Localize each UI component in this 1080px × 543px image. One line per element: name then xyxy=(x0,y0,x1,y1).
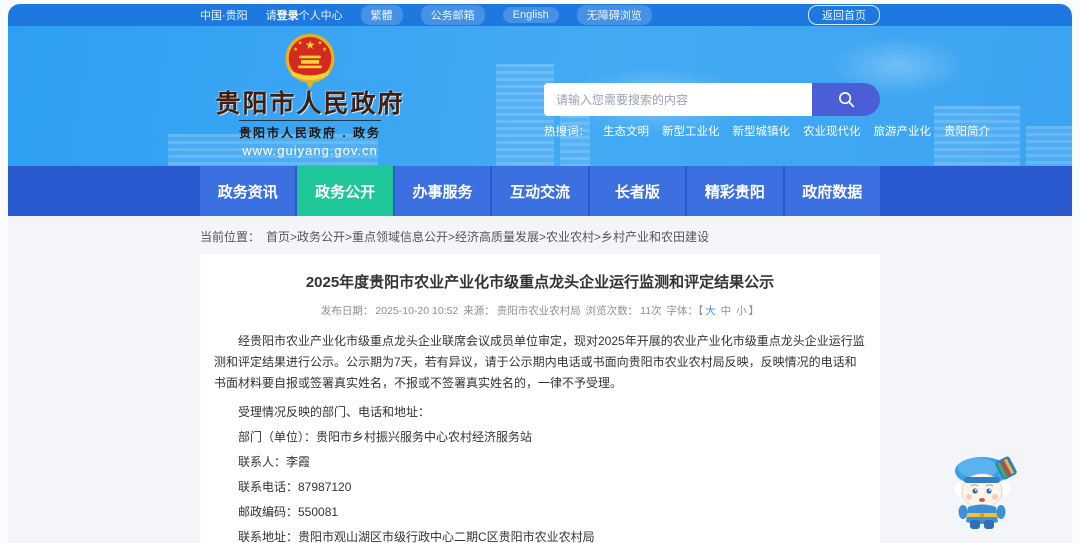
site-logo[interactable]: ★ ★ ★ ★ ★ 贵阳市人民政府 贵阳市人民政府 . 政务 www.guiya… xyxy=(190,32,430,158)
article-line-phone: 联系电话：87987120 xyxy=(238,480,352,494)
font-size-small-button[interactable]: 小 xyxy=(736,305,747,317)
breadcrumb[interactable]: 首页>政务公开>重点领域信息公开>经济高质量发展>农业农村>乡村产业和农田建设 xyxy=(266,228,709,245)
nav-tab-jingcai-guiyang[interactable]: 精彩贵阳 xyxy=(687,166,783,216)
site-banner: ★ ★ ★ ★ ★ 贵阳市人民政府 贵阳市人民政府 . 政务 www.guiya… xyxy=(8,26,1072,166)
hot-word-link[interactable]: 生态文明 xyxy=(603,123,649,139)
city-silhouette xyxy=(1026,126,1072,166)
hot-search-words: 热搜词： 生态文明 新型工业化 新型城镇化 农业现代化 旅游产业化 贵阳简介 xyxy=(544,123,990,139)
svg-text:★: ★ xyxy=(293,47,298,53)
source-value: 贵阳市农业农村局 xyxy=(496,305,581,317)
nav-tab-zhangzhe-ban[interactable]: 长者版 xyxy=(589,166,686,216)
hot-word-link[interactable]: 贵阳简介 xyxy=(944,123,990,139)
breadcrumb-row: 当前位置： 首页>政务公开>重点领域信息公开>经济高质量发展>农业农村>乡村产业… xyxy=(8,216,1072,254)
login-link[interactable]: 请登录个人中心 xyxy=(266,7,343,23)
publish-date: 2025-10-20 10:52 xyxy=(375,305,459,317)
return-home-button[interactable]: 返回首页 xyxy=(808,5,880,25)
nav-tab-hudong-jiaoliu[interactable]: 互动交流 xyxy=(492,166,588,216)
breadcrumb-label: 当前位置： xyxy=(200,230,261,244)
hot-word-link[interactable]: 新型工业化 xyxy=(662,123,720,139)
font-size-label: 字体：【 xyxy=(666,305,704,317)
search-icon xyxy=(838,91,854,108)
svg-text:★: ★ xyxy=(318,41,323,47)
traditional-chinese-button[interactable]: 繁體 xyxy=(360,5,403,25)
nav-tab-banshi-fuwu[interactable]: 办事服务 xyxy=(394,166,491,216)
top-utility-bar: 中国·贵阳 请登录个人中心 繁體 公务邮箱 English 无障碍浏览 返回首页 xyxy=(8,4,1072,26)
main-navigation: 政务资讯 政务公开 办事服务 互动交流 长者版 精彩贵阳 政府数据 xyxy=(8,166,1072,216)
hot-words-label: 热搜词： xyxy=(544,126,590,138)
article-line-address: 联系地址：贵阳市观山湖区市级行政中心二期C区贵阳市农业农村局 xyxy=(238,530,595,543)
region-link[interactable]: 中国·贵阳 xyxy=(200,7,248,23)
search-button[interactable] xyxy=(812,83,880,116)
login-text[interactable]: 登录 xyxy=(277,10,299,22)
svg-text:★: ★ xyxy=(322,47,327,53)
hot-word-link[interactable]: 旅游产业化 xyxy=(874,123,932,139)
site-url: www.guiyang.gov.cn xyxy=(242,143,378,158)
site-title: 贵阳市人民政府 xyxy=(215,90,405,118)
views-value: 11次 xyxy=(640,305,662,317)
views-label: 浏览次数： xyxy=(585,305,639,317)
nav-tab-zhengwu-zixun[interactable]: 政务资讯 xyxy=(200,166,296,216)
font-size-large-button[interactable]: 大 xyxy=(705,305,716,317)
official-mail-button[interactable]: 公务邮箱 xyxy=(420,5,485,25)
site-container: 中国·贵阳 请登录个人中心 繁體 公务邮箱 English 无障碍浏览 返回首页… xyxy=(8,4,1072,543)
article-meta: 发布日期： 2025-10-20 10:52 来源： 贵阳市农业农村局 浏览次数： 1… xyxy=(214,303,866,318)
font-size-label-end: 】 xyxy=(748,305,760,317)
nav-tab-zhengfu-shuju[interactable]: 政府数据 xyxy=(784,166,880,216)
national-emblem-icon: ★ ★ ★ ★ ★ xyxy=(285,33,335,90)
article-line-department: 部门（单位）：贵阳市乡村振兴服务中心农村经济服务站 xyxy=(238,430,533,444)
article-line-contact-person: 联系人：李霞 xyxy=(238,455,311,469)
nav-tab-zhengwu-gongkai[interactable]: 政务公开 xyxy=(297,166,393,216)
article-card: 2025年度贵阳市农业产业化市级重点龙头企业运行监测和评定结果公示 发布日期： 2… xyxy=(200,254,880,543)
login-prefix: 请 xyxy=(265,10,277,22)
article-line-contact-intro: 受理情况反映的部门、电话和地址： xyxy=(238,405,431,419)
personal-center-text[interactable]: 个人中心 xyxy=(299,10,343,22)
article-paragraph: 经贵阳市农业产业化市级重点龙头企业联席会议成员单位审定，现对2025年开展的农业… xyxy=(214,334,865,390)
english-button[interactable]: English xyxy=(502,7,559,23)
hot-word-link[interactable]: 新型城镇化 xyxy=(733,123,791,139)
search-area: 热搜词： 生态文明 新型工业化 新型城镇化 农业现代化 旅游产业化 贵阳简介 xyxy=(544,83,990,139)
article-line-postcode: 邮政编码：550081 xyxy=(238,505,339,519)
source-label: 来源： xyxy=(463,305,495,317)
search-input[interactable] xyxy=(544,83,812,116)
site-subtitle: 贵阳市人民政府 . 政务 xyxy=(238,120,381,141)
page-title: 2025年度贵阳市农业产业化市级重点龙头企业运行监测和评定结果公示 xyxy=(305,274,775,291)
font-size-medium-button[interactable]: 中 xyxy=(721,305,732,317)
hot-word-link[interactable]: 农业现代化 xyxy=(803,123,861,139)
svg-text:★: ★ xyxy=(305,39,316,52)
svg-text:★: ★ xyxy=(298,41,303,47)
publish-date-label: 发布日期： xyxy=(320,305,374,317)
accessibility-button[interactable]: 无障碍浏览 xyxy=(576,5,652,25)
mascot-assistant-icon[interactable] xyxy=(948,450,1024,530)
